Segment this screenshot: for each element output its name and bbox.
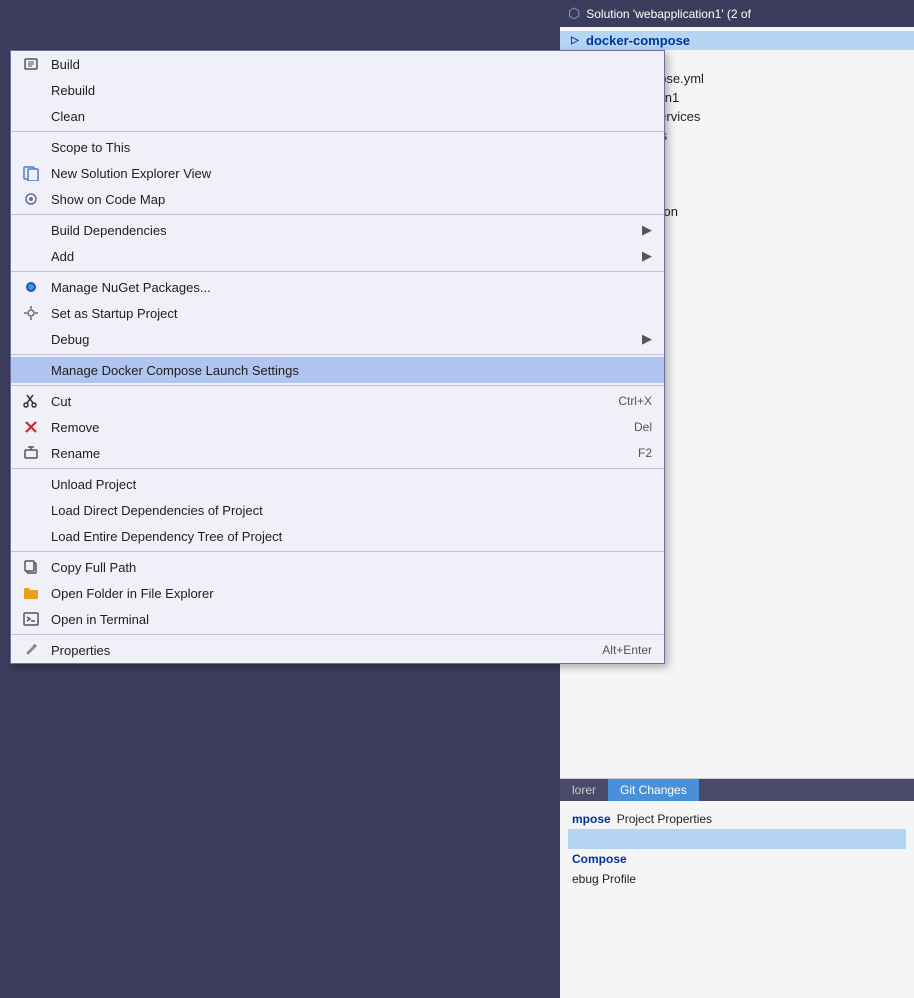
menu-label: Add <box>51 249 74 264</box>
submenu-arrow-icon: ▶ <box>642 248 652 264</box>
copy-icon <box>21 559 41 575</box>
menu-item-build[interactable]: Build <box>11 51 664 77</box>
tab-bar: lorer Git Changes <box>560 779 914 801</box>
terminal-icon <box>21 611 41 627</box>
shortcut-label: Ctrl+X <box>578 394 652 408</box>
menu-label: Manage Docker Compose Launch Settings <box>51 363 299 378</box>
menu-label: Set as Startup Project <box>51 306 177 321</box>
menu-item-remove[interactable]: Remove Del <box>11 414 664 440</box>
tree-expand-icon: ▷ <box>568 34 582 48</box>
menu-label: Cut <box>51 394 71 409</box>
settings-icon <box>21 305 41 321</box>
menu-item-load-entire[interactable]: Load Entire Dependency Tree of Project <box>11 523 664 549</box>
menu-item-unload[interactable]: Unload Project <box>11 471 664 497</box>
solution-explorer-icon <box>21 165 41 181</box>
menu-label: Build Dependencies <box>51 223 167 238</box>
menu-label: Debug <box>51 332 89 347</box>
separator-7 <box>11 551 664 552</box>
cut-icon <box>21 393 41 409</box>
menu-item-rebuild[interactable]: Rebuild <box>11 77 664 103</box>
menu-item-cut[interactable]: Cut Ctrl+X <box>11 388 664 414</box>
menu-label: Scope to This <box>51 140 130 155</box>
menu-label: Load Entire Dependency Tree of Project <box>51 529 282 544</box>
shortcut-label: F2 <box>598 446 652 460</box>
submenu-arrow-icon: ▶ <box>642 331 652 347</box>
menu-label: Build <box>51 57 80 72</box>
tree-item-docker-compose[interactable]: ▷ docker-compose <box>560 31 914 50</box>
panel-content: mpose Project Properties Compose ebug Pr… <box>560 801 914 897</box>
menu-label: Copy Full Path <box>51 560 136 575</box>
menu-item-debug[interactable]: Debug ▶ <box>11 326 664 352</box>
menu-label: Properties <box>51 643 110 658</box>
menu-label: Load Direct Dependencies of Project <box>51 503 263 518</box>
menu-label: New Solution Explorer View <box>51 166 211 181</box>
panel-row-label: Compose <box>572 852 627 866</box>
menu-item-properties[interactable]: Properties Alt+Enter <box>11 637 664 663</box>
vs-icon: ⬡ <box>568 5 580 22</box>
panel-row-2[interactable] <box>568 829 906 849</box>
panel-row-3[interactable]: Compose <box>568 849 906 869</box>
menu-label: Clean <box>51 109 85 124</box>
menu-item-open-folder[interactable]: Open Folder in File Explorer <box>11 580 664 606</box>
context-menu: Build Rebuild Clean Scope to This New So… <box>10 50 665 664</box>
wrench-icon <box>21 642 41 658</box>
separator-3 <box>11 271 664 272</box>
menu-item-terminal[interactable]: Open in Terminal <box>11 606 664 632</box>
menu-label: Remove <box>51 420 99 435</box>
panel-row-suffix: Project Properties <box>617 812 712 826</box>
tree-item-label: docker-compose <box>586 33 690 48</box>
shortcut-label: Alt+Enter <box>562 643 652 657</box>
menu-item-clean[interactable]: Clean <box>11 103 664 129</box>
panel-row-label <box>572 832 575 846</box>
nuget-icon <box>21 279 41 295</box>
separator-5 <box>11 385 664 386</box>
menu-item-new-solution-view[interactable]: New Solution Explorer View <box>11 160 664 186</box>
rename-icon <box>21 445 41 461</box>
solution-explorer-header: ⬡ Solution 'webapplication1' (2 of <box>560 0 914 27</box>
remove-icon <box>21 419 41 435</box>
menu-item-load-direct[interactable]: Load Direct Dependencies of Project <box>11 497 664 523</box>
menu-label: Open in Terminal <box>51 612 149 627</box>
menu-label: Rename <box>51 446 100 461</box>
menu-item-code-map[interactable]: Show on Code Map <box>11 186 664 212</box>
build-icon <box>21 56 41 72</box>
menu-item-manage-docker[interactable]: Manage Docker Compose Launch Settings <box>11 357 664 383</box>
separator-1 <box>11 131 664 132</box>
menu-label: Manage NuGet Packages... <box>51 280 211 295</box>
tab-label: lorer <box>572 783 596 797</box>
code-map-icon <box>21 191 41 207</box>
separator-2 <box>11 214 664 215</box>
panel-row-4[interactable]: ebug Profile <box>568 869 906 889</box>
menu-item-scope[interactable]: Scope to This <box>11 134 664 160</box>
tab-explorer[interactable]: lorer <box>560 779 608 801</box>
separator-6 <box>11 468 664 469</box>
submenu-arrow-icon: ▶ <box>642 222 652 238</box>
panel-row-label: ebug Profile <box>572 872 636 886</box>
menu-label: Open Folder in File Explorer <box>51 586 214 601</box>
bottom-panel: lorer Git Changes mpose Project Properti… <box>560 778 914 998</box>
menu-label: Show on Code Map <box>51 192 165 207</box>
tab-git-changes[interactable]: Git Changes <box>608 779 699 801</box>
panel-row-label: mpose <box>572 812 611 826</box>
menu-item-build-dependencies[interactable]: Build Dependencies ▶ <box>11 217 664 243</box>
tab-label: Git Changes <box>620 783 687 797</box>
separator-4 <box>11 354 664 355</box>
menu-item-add[interactable]: Add ▶ <box>11 243 664 269</box>
menu-label: Rebuild <box>51 83 95 98</box>
menu-item-copy-path[interactable]: Copy Full Path <box>11 554 664 580</box>
menu-item-rename[interactable]: Rename F2 <box>11 440 664 466</box>
menu-item-startup[interactable]: Set as Startup Project <box>11 300 664 326</box>
menu-label: Unload Project <box>51 477 136 492</box>
shortcut-label: Del <box>594 420 652 434</box>
panel-row-1[interactable]: mpose Project Properties <box>568 809 906 829</box>
separator-8 <box>11 634 664 635</box>
solution-explorer-title: Solution 'webapplication1' (2 of <box>586 7 751 21</box>
folder-icon <box>21 585 41 601</box>
menu-item-nuget[interactable]: Manage NuGet Packages... <box>11 274 664 300</box>
